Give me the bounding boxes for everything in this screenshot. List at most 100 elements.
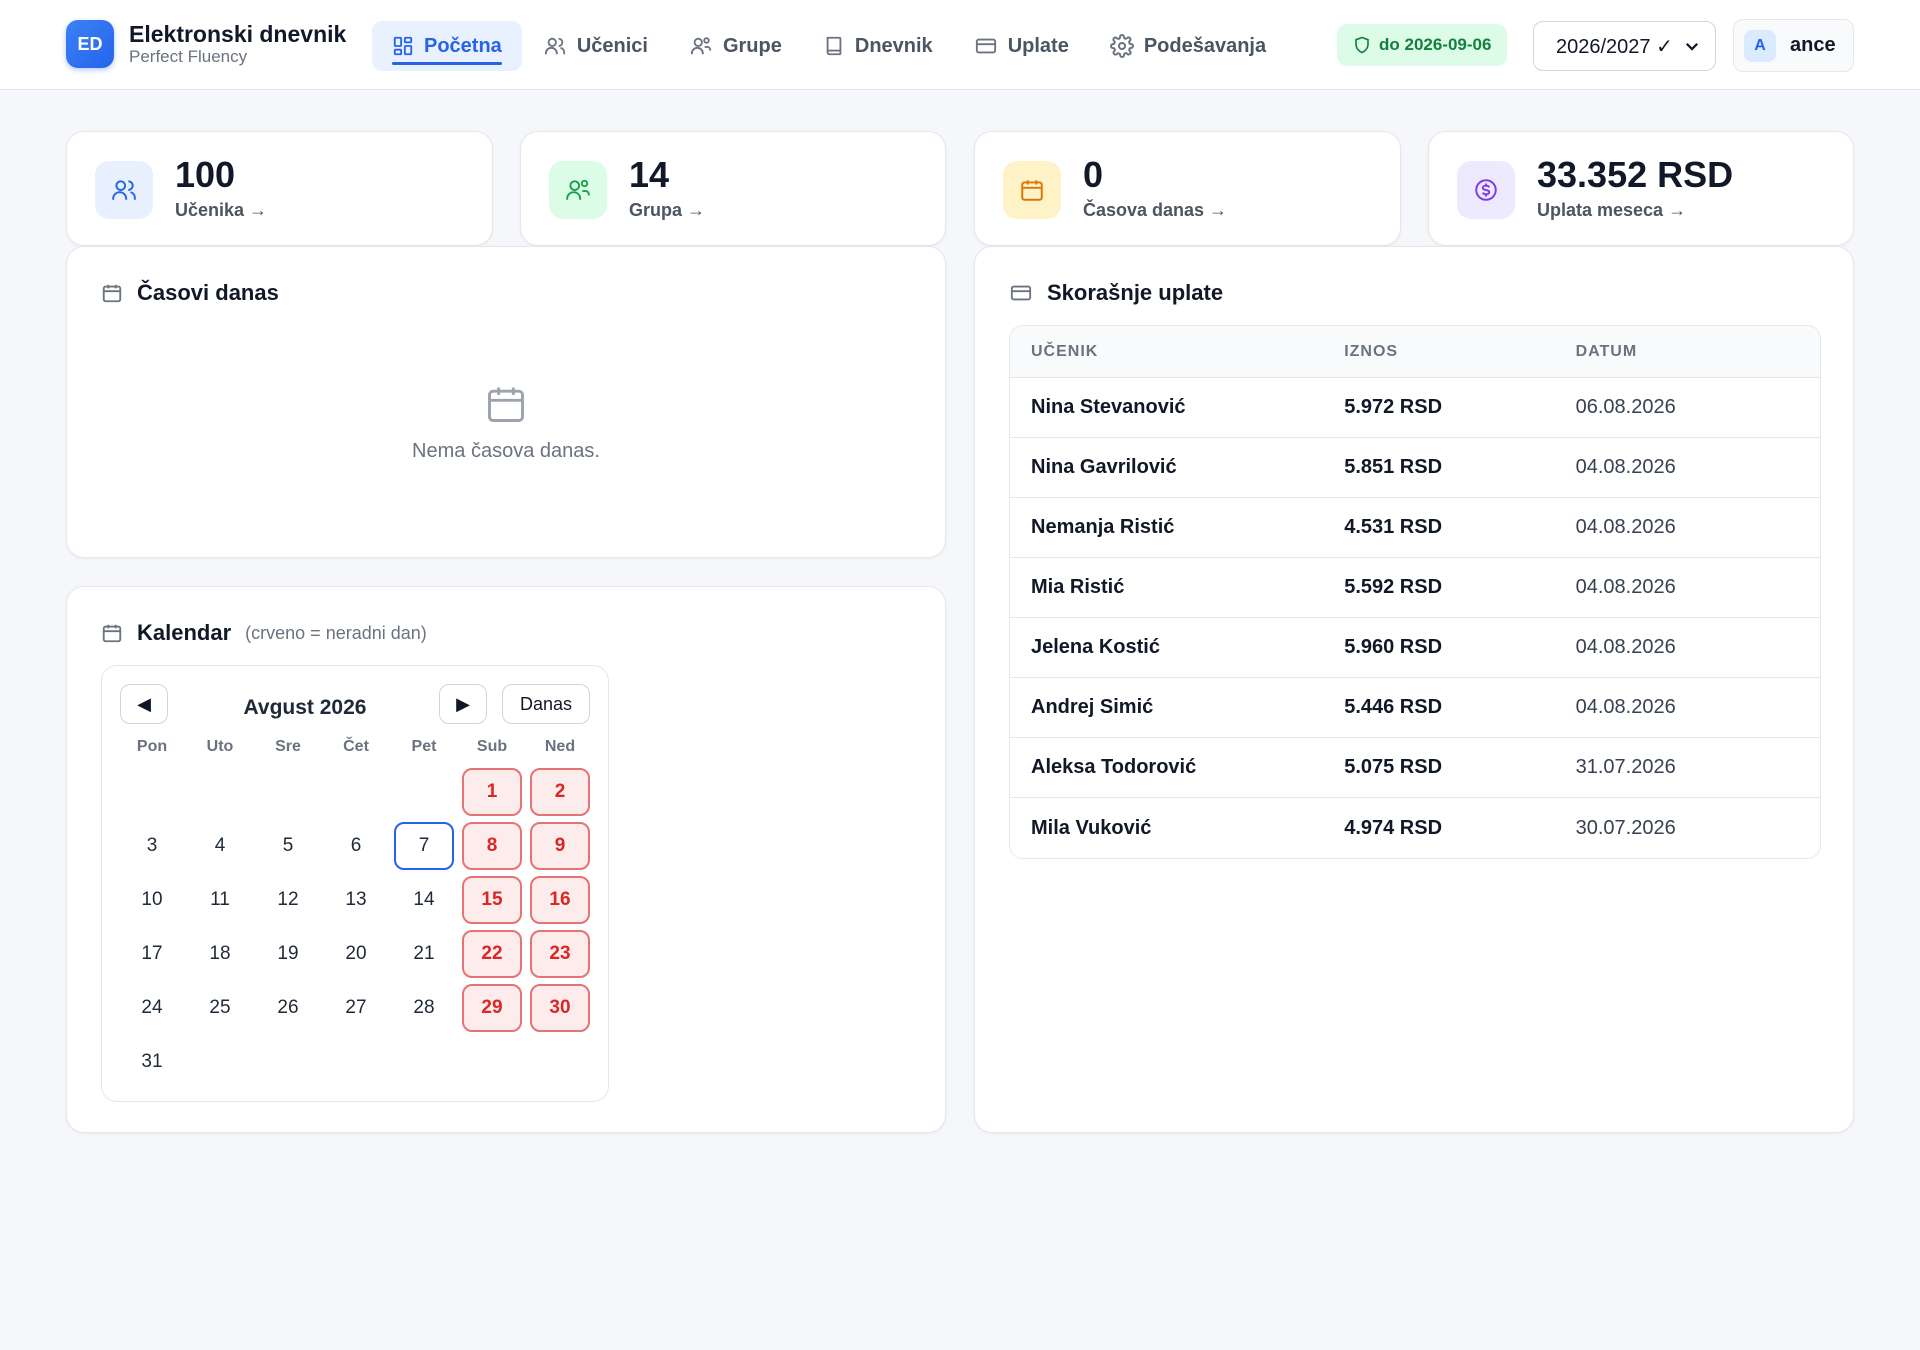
main-nav: Početna Učenici Grupe Dnevnik Uplate Pod… bbox=[372, 21, 1287, 71]
table-row[interactable]: Mia Ristić 5.592 RSD 04.08.2026 bbox=[1010, 558, 1820, 618]
student-name: Aleksa Todorović bbox=[1031, 756, 1197, 778]
payment-amount: 4.531 RSD bbox=[1344, 516, 1443, 538]
calendar-day[interactable]: 26 bbox=[258, 984, 318, 1032]
student-name: Mia Ristić bbox=[1031, 576, 1125, 598]
school-year-select[interactable]: 2026/2027 ✓ bbox=[1533, 21, 1716, 71]
calendar-day[interactable]: 21 bbox=[394, 930, 454, 978]
nav-item-dnevnik[interactable]: Dnevnik bbox=[803, 21, 953, 71]
payment-date: 04.08.2026 bbox=[1575, 636, 1676, 658]
column-header: DATUM bbox=[1575, 342, 1638, 360]
calendar-icon bbox=[1003, 161, 1061, 219]
brand[interactable]: ED Elektronski dnevnik Perfect Fluency bbox=[66, 20, 346, 68]
calendar-day[interactable]: 23 bbox=[530, 930, 590, 978]
table-row[interactable]: Nina Stevanović 5.972 RSD 06.08.2026 bbox=[1010, 378, 1820, 438]
stat-card-students[interactable]: 100 Učenika → bbox=[66, 131, 493, 246]
calendar-day[interactable]: 9 bbox=[530, 822, 590, 870]
weekday-label: Sub bbox=[476, 738, 508, 755]
calendar-day[interactable]: 4 bbox=[190, 822, 250, 870]
calendar-widget: ◀ Avgust 2026 ▶ Danas Pon Uto Sre Čet Pe… bbox=[101, 665, 609, 1102]
calendar-day[interactable]: 6 bbox=[326, 822, 386, 870]
stat-label: Uplata meseca → bbox=[1537, 200, 1687, 220]
calendar-day[interactable]: 30 bbox=[530, 984, 590, 1032]
stat-card-monthly-payments[interactable]: 33.352 RSD Uplata meseca → bbox=[1428, 131, 1854, 246]
table-row[interactable]: Mila Vuković 4.974 RSD 30.07.2026 bbox=[1010, 798, 1820, 858]
weekday-label: Uto bbox=[206, 738, 234, 755]
calendar-day[interactable]: 28 bbox=[394, 984, 454, 1032]
calendar-day-today[interactable]: 7 bbox=[394, 822, 454, 870]
calendar-day[interactable]: 29 bbox=[462, 984, 522, 1032]
calendar-day[interactable]: 19 bbox=[258, 930, 318, 978]
next-month-button[interactable]: ▶ bbox=[439, 684, 487, 724]
payment-amount: 5.075 RSD bbox=[1344, 756, 1443, 778]
chevron-down-icon bbox=[1683, 37, 1701, 55]
column-header: IZNOS bbox=[1344, 342, 1399, 360]
dashboard-icon bbox=[392, 35, 414, 57]
calendar-day[interactable]: 8 bbox=[462, 822, 522, 870]
calendar-day[interactable]: 5 bbox=[258, 822, 318, 870]
table-body: Nina Stevanović 5.972 RSD 06.08.2026 Nina G… bbox=[1010, 378, 1820, 858]
payment-amount: 5.972 RSD bbox=[1344, 396, 1443, 418]
brand-title: Elektronski dnevnik bbox=[129, 21, 347, 47]
table-row[interactable]: Nemanja Ristić 4.531 RSD 04.08.2026 bbox=[1010, 498, 1820, 558]
calendar-day[interactable]: 14 bbox=[394, 876, 454, 924]
table-row[interactable]: Andrej Simić 5.446 RSD 04.08.2026 bbox=[1010, 678, 1820, 738]
payment-date: 31.07.2026 bbox=[1575, 756, 1676, 778]
brand-subtitle: Perfect Fluency bbox=[129, 47, 248, 66]
calendar-day[interactable]: 22 bbox=[462, 930, 522, 978]
payment-amount: 5.851 RSD bbox=[1344, 456, 1443, 478]
student-name: Jelena Kostić bbox=[1031, 636, 1160, 658]
nav-item-ucenici[interactable]: Učenici bbox=[523, 21, 668, 71]
table-row[interactable]: Aleksa Todorović 5.075 RSD 31.07.2026 bbox=[1010, 738, 1820, 798]
shield-icon bbox=[1353, 35, 1371, 55]
users-icon bbox=[543, 35, 567, 57]
weekday-label: Pet bbox=[411, 738, 437, 755]
calendar-day[interactable]: 24 bbox=[122, 984, 182, 1032]
weekday-label: Ned bbox=[544, 738, 576, 755]
calendar-hint: (crveno = neradni dan) bbox=[245, 622, 427, 643]
nav-item-label: Početna bbox=[424, 34, 502, 57]
calendar-day[interactable]: 18 bbox=[190, 930, 250, 978]
calendar-day[interactable]: 31 bbox=[122, 1038, 182, 1086]
table-header: UČENIK IZNOS DATUM bbox=[1010, 326, 1820, 378]
today-button[interactable]: Danas bbox=[502, 684, 590, 724]
school-year-value: 2026/2027 ✓ bbox=[1556, 35, 1673, 58]
nav-item-uplate[interactable]: Uplate bbox=[954, 21, 1089, 71]
stat-label: Grupa → bbox=[629, 200, 706, 220]
calendar-card: Kalendar (crveno = neradni dan) ◀ Avgust… bbox=[66, 586, 946, 1133]
calendar-day[interactable]: 11 bbox=[190, 876, 250, 924]
stat-card-groups[interactable]: 14 Grupa → bbox=[520, 131, 946, 246]
student-name: Nina Gavrilović bbox=[1031, 456, 1177, 478]
calendar-day[interactable]: 3 bbox=[122, 822, 182, 870]
table-row[interactable]: Jelena Kostić 5.960 RSD 04.08.2026 bbox=[1010, 618, 1820, 678]
lessons-today-title: Časovi danas bbox=[101, 280, 279, 306]
stat-value: 14 bbox=[629, 154, 670, 195]
credit-card-icon bbox=[1009, 282, 1033, 304]
calendar-blank bbox=[254, 765, 322, 819]
calendar-blank bbox=[322, 765, 390, 819]
nav-item-grupe[interactable]: Grupe bbox=[669, 21, 802, 71]
nav-item-pocetna[interactable]: Početna bbox=[372, 21, 522, 71]
calendar-day[interactable]: 15 bbox=[462, 876, 522, 924]
calendar-day[interactable]: 13 bbox=[326, 876, 386, 924]
calendar-grid: 1 2 3 4 5 6 7 8 9 10 11 12 13 14 15 16 17 18 19 20 21 22 23 24 2… bbox=[118, 765, 594, 1089]
avatar: A bbox=[1744, 29, 1776, 62]
book-icon bbox=[823, 35, 845, 57]
user-menu-button[interactable]: A ance bbox=[1733, 19, 1854, 72]
calendar-day[interactable]: 17 bbox=[122, 930, 182, 978]
calendar-day[interactable]: 20 bbox=[326, 930, 386, 978]
calendar-day[interactable]: 2 bbox=[530, 768, 590, 816]
calendar-day[interactable]: 1 bbox=[462, 768, 522, 816]
calendar-day[interactable]: 10 bbox=[122, 876, 182, 924]
calendar-day[interactable]: 27 bbox=[326, 984, 386, 1032]
table-row[interactable]: Nina Gavrilović 5.851 RSD 04.08.2026 bbox=[1010, 438, 1820, 498]
nav-item-podesavanja[interactable]: Podešavanja bbox=[1090, 21, 1286, 71]
student-name: Nina Stevanović bbox=[1031, 396, 1186, 418]
weekday-label: Sre bbox=[275, 738, 301, 755]
payment-amount: 5.446 RSD bbox=[1344, 696, 1443, 718]
payment-amount: 5.960 RSD bbox=[1344, 636, 1443, 658]
calendar-day[interactable]: 16 bbox=[530, 876, 590, 924]
calendar-day[interactable]: 25 bbox=[190, 984, 250, 1032]
stat-card-lessons-today[interactable]: 0 Časova danas → bbox=[974, 131, 1401, 246]
calendar-day[interactable]: 12 bbox=[258, 876, 318, 924]
calendar-blank bbox=[186, 765, 254, 819]
